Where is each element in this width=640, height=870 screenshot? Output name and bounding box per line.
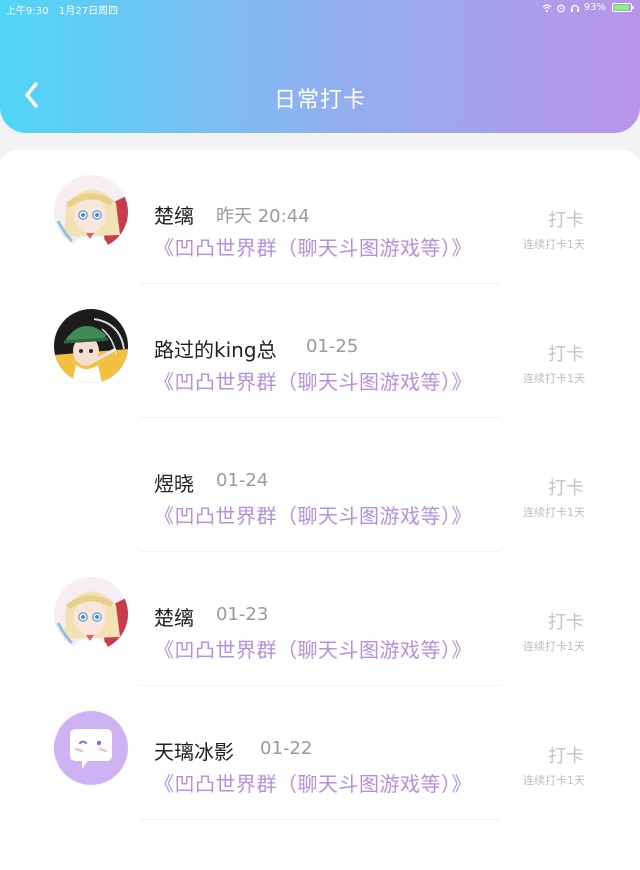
status-indicators: 93% <box>542 2 634 13</box>
alarm-icon <box>556 4 565 12</box>
user-name: 煜晓 <box>154 472 194 496</box>
group-name[interactable]: 《凹凸世界群（聊天斗图游戏等）》 <box>154 232 472 261</box>
page-title: 日常打卡 <box>273 88 366 113</box>
checkin-time: 01-22 <box>260 738 313 759</box>
battery-percent: 93% <box>583 2 606 13</box>
wifi-icon <box>542 3 552 12</box>
list-item[interactable]: 煜晓 01-24 《凹凸世界群（聊天斗图游戏等）》 打卡 连续打卡1天 <box>0 418 640 552</box>
avatar <box>54 175 128 249</box>
list-item[interactable]: 楚缡 昨天 20:44 《凹凸世界群（聊天斗图游戏等）》 打卡 连续打卡1天 <box>0 150 640 284</box>
header-bar: 上午9:30 1月27日周四 93% 日常打卡 <box>0 0 640 133</box>
checkin-button[interactable]: 打卡 <box>548 608 584 634</box>
checkin-list: 楚缡 昨天 20:44 《凹凸世界群（聊天斗图游戏等）》 打卡 连续打卡1天 路… <box>0 150 640 870</box>
chat-bubble-avatar-icon <box>54 711 128 785</box>
group-name[interactable]: 《凹凸世界群（聊天斗图游戏等）》 <box>154 634 472 663</box>
battery-level <box>614 5 629 10</box>
divider <box>140 819 500 820</box>
checkin-button[interactable]: 打卡 <box>548 742 584 768</box>
anime-girl-avatar-icon <box>54 577 128 651</box>
streak-label: 连续打卡1天 <box>523 238 585 251</box>
checkin-time: 昨天 20:44 <box>216 206 310 227</box>
streak-label: 连续打卡1天 <box>523 506 585 519</box>
checkin-button[interactable]: 打卡 <box>548 340 584 366</box>
checkin-time: 01-25 <box>306 336 359 357</box>
list-item[interactable]: 路过的king总 01-25 《凹凸世界群（聊天斗图游戏等）》 打卡 连续打卡1… <box>0 284 640 418</box>
avatar <box>54 443 128 517</box>
streak-label: 连续打卡1天 <box>523 372 585 385</box>
checkin-button[interactable]: 打卡 <box>548 206 584 232</box>
checkin-time: 01-23 <box>216 604 269 625</box>
status-bar: 上午9:30 1月27日周四 93% <box>0 0 640 18</box>
checkin-button[interactable]: 打卡 <box>548 474 584 500</box>
anime-girl-avatar-icon <box>54 175 128 249</box>
avatar <box>54 309 128 383</box>
checkin-time: 01-24 <box>216 470 269 491</box>
list-item[interactable]: 楚缡 01-23 《凹凸世界群（聊天斗图游戏等）》 打卡 连续打卡1天 <box>0 552 640 686</box>
group-name[interactable]: 《凹凸世界群（聊天斗图游戏等）》 <box>154 366 472 395</box>
list-item[interactable]: 天璃冰影 01-22 《凹凸世界群（聊天斗图游戏等）》 打卡 连续打卡1天 <box>0 686 640 820</box>
headphones-icon <box>570 4 579 12</box>
avatar <box>54 711 128 785</box>
user-name: 楚缡 <box>154 204 194 228</box>
avatar <box>54 577 128 651</box>
green-hat-character-avatar-icon <box>54 309 128 383</box>
user-name: 路过的king总 <box>154 338 277 362</box>
group-name[interactable]: 《凹凸世界群（聊天斗图游戏等）》 <box>154 500 472 529</box>
group-name[interactable]: 《凹凸世界群（聊天斗图游戏等）》 <box>154 768 472 797</box>
status-date: 1月27日周四 <box>59 6 119 17</box>
battery-icon <box>612 3 634 12</box>
streak-label: 连续打卡1天 <box>523 640 585 653</box>
user-name: 天璃冰影 <box>154 740 234 764</box>
streak-label: 连续打卡1天 <box>523 774 585 787</box>
user-name: 楚缡 <box>154 606 194 630</box>
status-time: 上午9:30 <box>6 6 49 17</box>
